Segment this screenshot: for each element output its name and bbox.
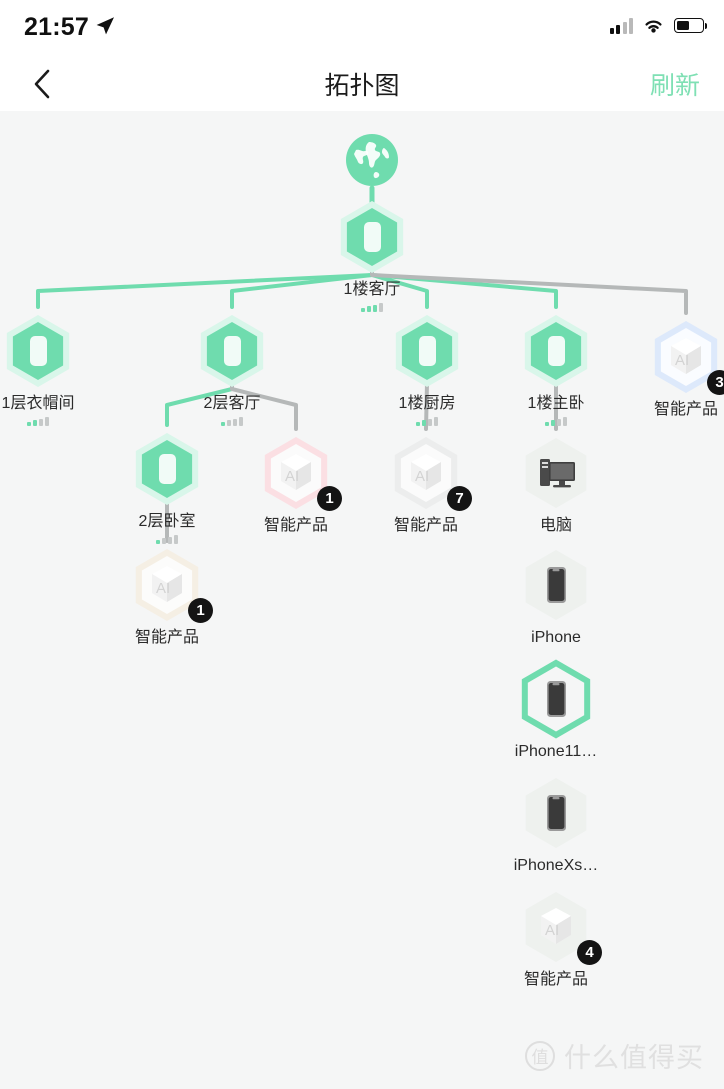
node-icon-router-icon xyxy=(336,197,408,277)
topology-node-ph1[interactable]: iPhone xyxy=(500,545,612,648)
nav-bar: 拓扑图 刷新 xyxy=(0,56,724,111)
node-count-badge: 4 xyxy=(577,940,602,965)
node-label: 1楼主卧 xyxy=(527,395,585,412)
topology-node-ph3[interactable]: iPhoneXs… xyxy=(500,773,612,876)
wifi-icon xyxy=(645,20,662,33)
node-icon-desktop-computer-icon xyxy=(520,433,592,513)
node-icon-router-icon xyxy=(131,429,203,509)
node-icon-router-icon xyxy=(196,311,268,391)
topology-node-n2[interactable]: 2层客厅 xyxy=(176,311,288,426)
svg-text:AI: AI xyxy=(285,468,299,485)
node-icon-router-icon xyxy=(2,311,74,391)
node-label: 智能产品 xyxy=(134,629,199,646)
topology-node-smart-bot[interactable]: AI 4 智能产品 xyxy=(500,887,612,990)
node-label: iPhone11… xyxy=(514,743,598,760)
node-icon-ai-cube-icon: AI 7 xyxy=(390,433,472,513)
svg-text:AI: AI xyxy=(415,468,429,485)
node-icon-router-icon xyxy=(391,311,463,391)
node-count-badge: 1 xyxy=(188,598,213,623)
node-label: 智能产品 xyxy=(263,517,328,534)
refresh-button[interactable]: 刷新 xyxy=(650,56,700,111)
svg-text:AI: AI xyxy=(675,352,689,369)
node-signal-strength xyxy=(545,416,567,426)
node-icon-smartphone-icon xyxy=(520,773,592,853)
status-bar-indicators xyxy=(609,17,708,34)
node-count-badge: 1 xyxy=(317,486,342,511)
topology-node-smart-root[interactable]: AI 3 智能产品 xyxy=(630,317,724,420)
node-label: 2层卧室 xyxy=(138,513,196,530)
node-count-badge: 7 xyxy=(447,486,472,511)
node-signal-strength xyxy=(27,416,49,426)
node-label: iPhone xyxy=(531,629,581,646)
node-icon-ai-cube-icon: AI 3 xyxy=(650,317,724,397)
node-label: 智能产品 xyxy=(523,971,588,988)
watermark-text: 什么值得买 xyxy=(564,1043,704,1073)
node-signal-strength xyxy=(221,416,243,426)
node-icon-ai-cube-icon: AI 1 xyxy=(260,433,342,513)
node-icon-smartphone-icon xyxy=(520,545,592,625)
status-bar: 21:57 xyxy=(0,0,724,56)
topology-screen: 21:57 拓扑图 刷新 1楼客厅 1层衣帽间 2层客厅 1楼厨房 1楼主卧 A… xyxy=(0,0,724,1089)
node-icon-ai-cube-icon: AI 1 xyxy=(131,545,213,625)
node-label: 1楼厨房 xyxy=(398,395,456,412)
topology-node-smart-n3[interactable]: AI 7 智能产品 xyxy=(370,433,482,536)
node-label: 智能产品 xyxy=(393,517,458,534)
node-label: 智能产品 xyxy=(653,401,718,418)
node-signal-strength xyxy=(416,416,438,426)
battery-icon xyxy=(674,18,708,33)
topology-node-pc[interactable]: 电脑 xyxy=(500,433,612,536)
topology-node-n4[interactable]: 1楼主卧 xyxy=(500,311,612,426)
node-label: 1楼客厅 xyxy=(343,281,401,298)
node-icon-router-icon xyxy=(520,311,592,391)
status-bar-time: 21:57 xyxy=(24,13,89,41)
topology-node-n1[interactable]: 1层衣帽间 xyxy=(0,311,94,426)
globe-icon[interactable] xyxy=(344,132,400,188)
topology-node-n5[interactable]: 2层卧室 xyxy=(111,429,223,544)
node-signal-strength xyxy=(156,534,178,544)
node-label: iPhoneXs… xyxy=(513,857,599,874)
node-label: 2层客厅 xyxy=(203,395,261,412)
topology-canvas[interactable]: 1楼客厅 1层衣帽间 2层客厅 1楼厨房 1楼主卧 AI 3 智能产品 2层卧室 AI 1 智能产品 A… xyxy=(0,111,724,1089)
topology-node-ph2[interactable]: iPhone11… xyxy=(500,659,612,762)
node-icon-ai-cube-icon: AI 4 xyxy=(520,887,602,967)
cellular-signal-icon xyxy=(609,17,633,34)
topology-node-smart-n5[interactable]: AI 1 智能产品 xyxy=(111,545,223,648)
node-label: 电脑 xyxy=(539,517,572,534)
node-icon-smartphone-icon xyxy=(520,659,592,739)
svg-text:AI: AI xyxy=(156,580,170,597)
node-label: 1层衣帽间 xyxy=(1,395,75,412)
watermark: 值 什么值得买 xyxy=(525,1036,704,1075)
topology-node-root[interactable]: 1楼客厅 xyxy=(316,197,428,312)
watermark-logo: 值 xyxy=(525,1040,555,1071)
svg-text:AI: AI xyxy=(545,922,559,939)
page-title: 拓扑图 xyxy=(324,71,400,100)
topology-node-smart-n2[interactable]: AI 1 智能产品 xyxy=(240,433,352,536)
location-arrow-icon xyxy=(96,17,114,35)
topology-node-n3[interactable]: 1楼厨房 xyxy=(371,311,483,426)
